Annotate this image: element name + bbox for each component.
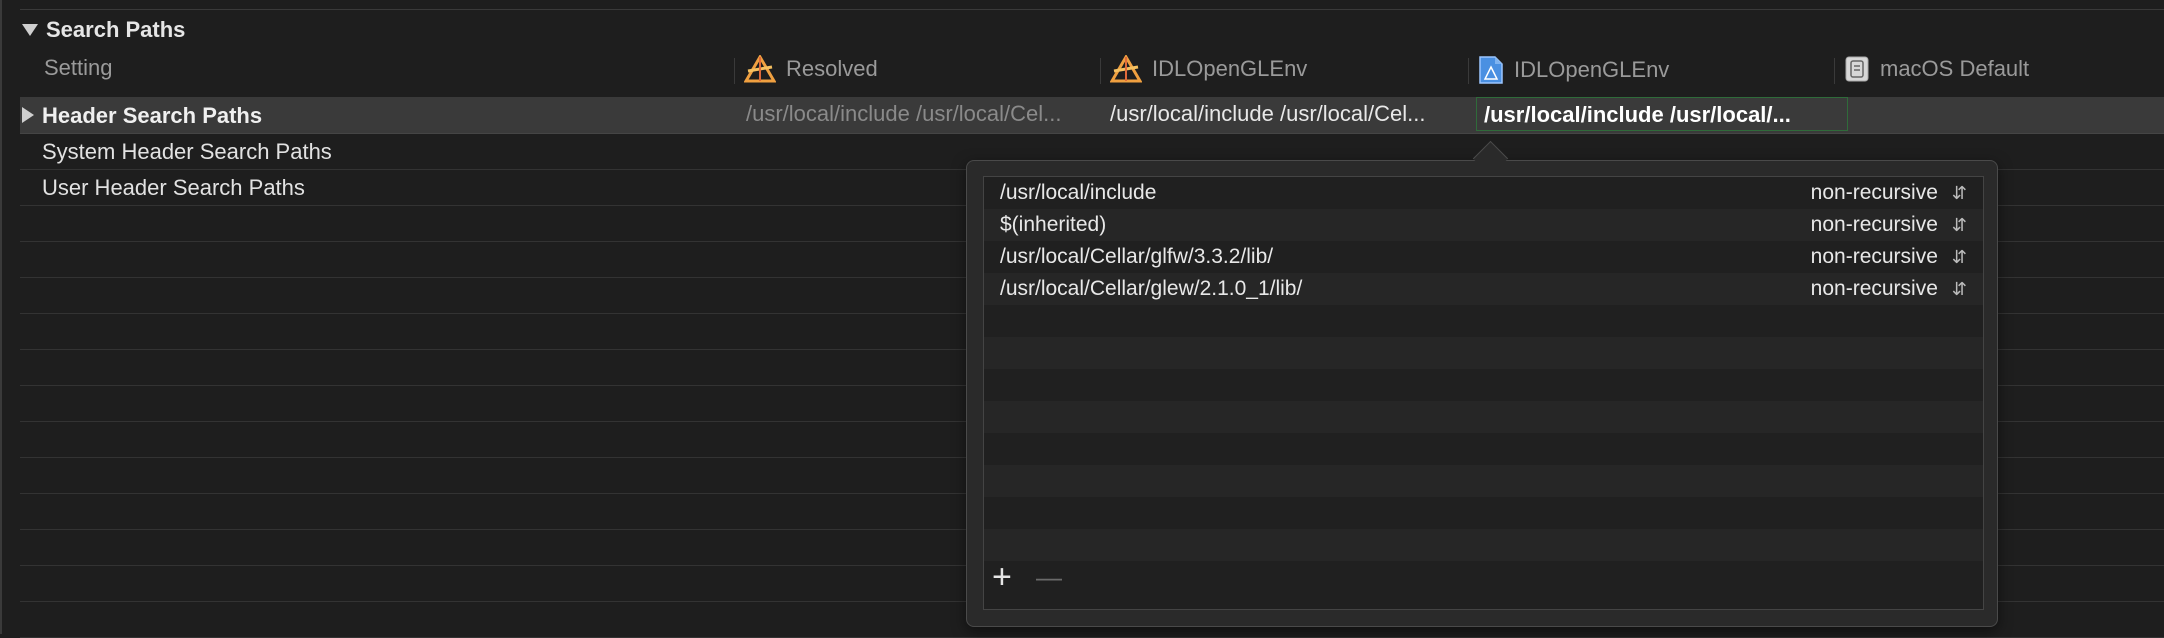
project-file-icon: [1479, 56, 1503, 84]
disclosure-triangle-open-icon[interactable]: [22, 24, 38, 36]
updown-chevron-icon: ⇵: [1951, 247, 1967, 267]
recursion-select[interactable]: non-recursive ⇵: [1811, 213, 1967, 237]
section-header-search-paths[interactable]: Search Paths: [22, 17, 185, 43]
setting-label: User Header Search Paths: [42, 175, 305, 200]
setting-label: Header Search Paths: [42, 103, 263, 128]
resolved-value[interactable]: /usr/local/include /usr/local/Cel...: [746, 101, 1116, 127]
column-separator: [1100, 58, 1101, 84]
empty-list-row: [984, 433, 1983, 465]
path-value[interactable]: /usr/local/Cellar/glfw/3.3.2/lib/: [1000, 245, 1273, 269]
project-value-cell[interactable]: /usr/local/include /usr/local/...: [1476, 97, 1848, 131]
remove-path-button[interactable]: —: [1036, 564, 1062, 590]
target-value[interactable]: /usr/local/include /usr/local/Cel...: [1110, 101, 1480, 127]
column-header-target[interactable]: IDLOpenGLEnv: [1110, 55, 1307, 83]
column-header-default[interactable]: macOS Default: [1844, 55, 2029, 83]
path-value[interactable]: $(inherited): [1000, 213, 1106, 237]
column-header-setting: Setting: [44, 55, 113, 80]
updown-chevron-icon: ⇵: [1951, 183, 1967, 203]
empty-list-row: [984, 529, 1983, 561]
left-border: [0, 0, 2, 634]
column-separator: [1468, 58, 1469, 84]
macos-default-icon: [1845, 56, 1869, 82]
column-header-resolved[interactable]: Resolved: [744, 55, 878, 83]
setting-row-header-search-paths[interactable]: Header Search Paths /usr/local/include /…: [20, 97, 2164, 134]
recursion-select[interactable]: non-recursive ⇵: [1811, 245, 1967, 269]
disclosure-triangle-closed-icon[interactable]: [22, 107, 34, 123]
empty-list-row: [984, 369, 1983, 401]
search-paths-list: /usr/local/include non-recursive ⇵ $(inh…: [983, 176, 1984, 610]
column-separator: [734, 58, 735, 84]
empty-list-row: [984, 465, 1983, 497]
setting-label: System Header Search Paths: [42, 139, 332, 164]
path-value[interactable]: /usr/local/include: [1000, 181, 1156, 205]
add-path-button[interactable]: +: [992, 560, 1012, 594]
recursion-select[interactable]: non-recursive ⇵: [1811, 277, 1967, 301]
top-divider: [20, 9, 2164, 10]
target-app-icon: [1110, 55, 1142, 83]
column-header-project[interactable]: IDLOpenGLEnv: [1478, 55, 1669, 85]
list-item[interactable]: /usr/local/Cellar/glfw/3.3.2/lib/ non-re…: [984, 241, 1983, 273]
xcode-app-icon: [744, 55, 776, 83]
empty-list-row: [984, 497, 1983, 529]
updown-chevron-icon: ⇵: [1951, 215, 1967, 235]
project-value[interactable]: /usr/local/include /usr/local/...: [1484, 102, 1840, 128]
list-item[interactable]: /usr/local/Cellar/glew/2.1.0_1/lib/ non-…: [984, 273, 1983, 305]
section-title: Search Paths: [46, 17, 186, 42]
empty-list-row: [984, 305, 1983, 337]
column-separator: [1834, 58, 1835, 84]
updown-chevron-icon: ⇵: [1951, 279, 1967, 299]
list-item[interactable]: $(inherited) non-recursive ⇵: [984, 209, 1983, 241]
empty-list-row: [984, 337, 1983, 369]
empty-list-row: [984, 401, 1983, 433]
list-item[interactable]: /usr/local/include non-recursive ⇵: [984, 177, 1983, 209]
recursion-select[interactable]: non-recursive ⇵: [1811, 181, 1967, 205]
path-value[interactable]: /usr/local/Cellar/glew/2.1.0_1/lib/: [1000, 277, 1302, 301]
list-footer: + —: [984, 560, 1983, 594]
